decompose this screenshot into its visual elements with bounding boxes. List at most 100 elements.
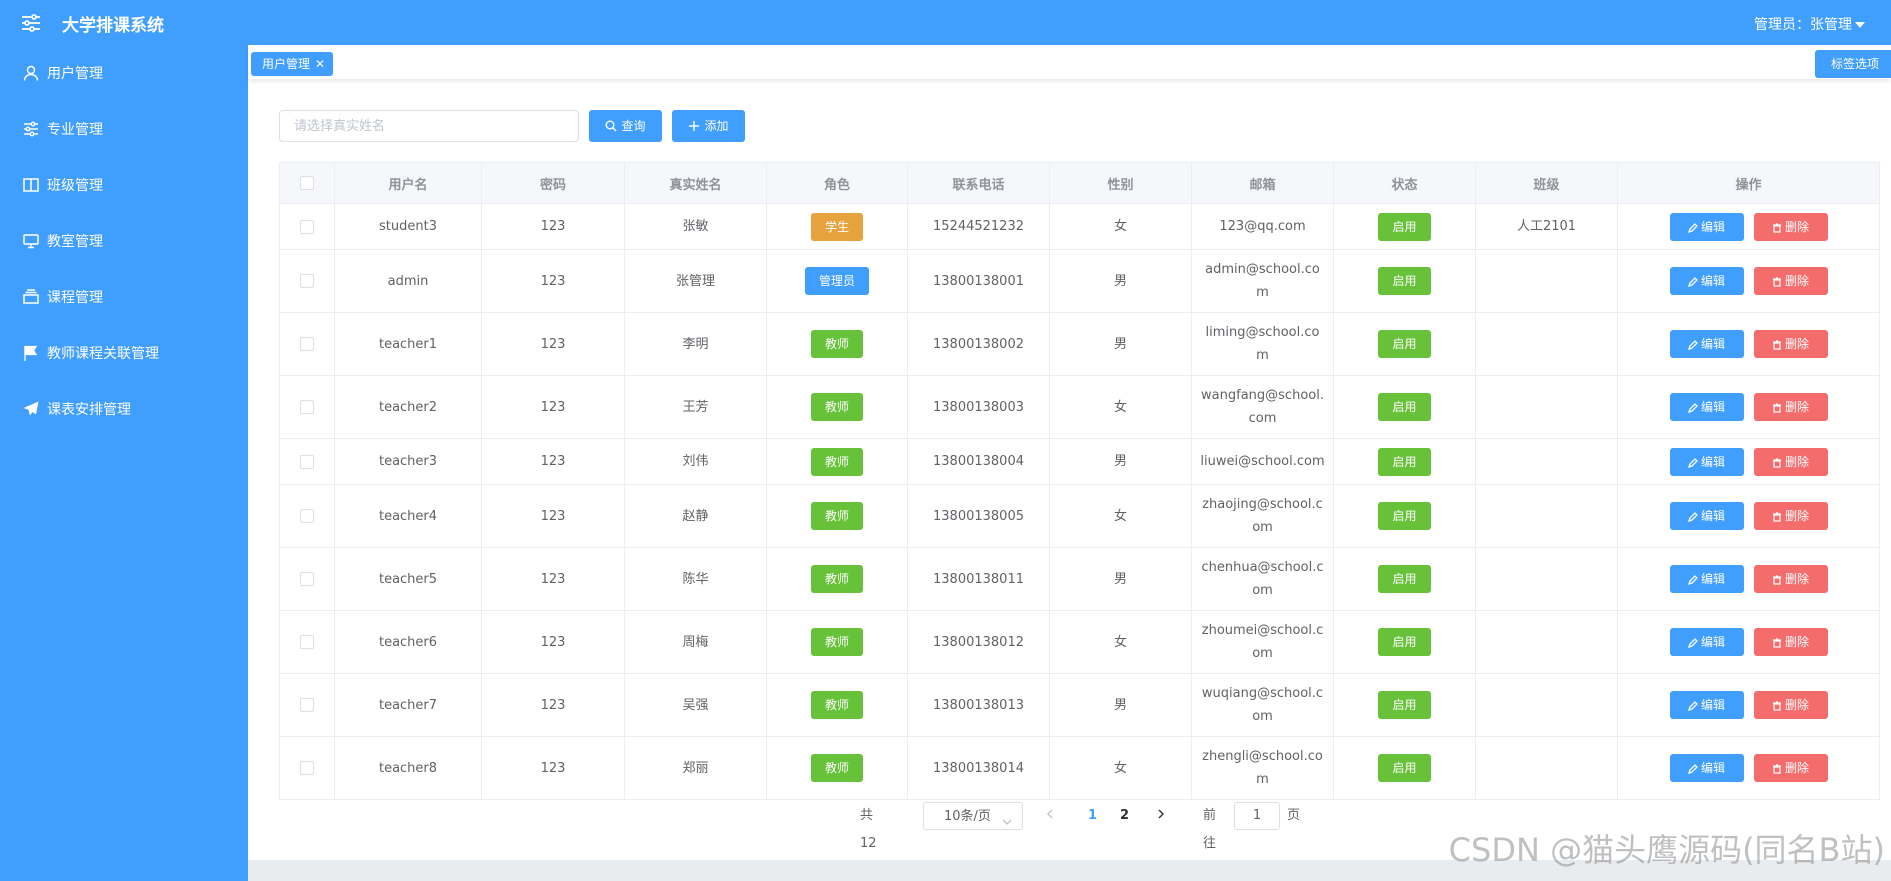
edit-button[interactable]: 编辑 xyxy=(1669,565,1744,593)
cell-password: 123 xyxy=(481,312,625,376)
table-row: teacher7 123 吴强 教师 13800138013 男 wuqiang@schoo… xyxy=(279,673,1880,737)
page-number-1[interactable]: 1 xyxy=(1088,802,1097,830)
cell-username: teacher5 xyxy=(334,547,482,611)
cell-actions: 编辑 删除 xyxy=(1617,312,1880,376)
column-header: 用户名 xyxy=(334,162,482,204)
status-badge[interactable]: 启用 xyxy=(1378,565,1431,593)
sidebar-item-class-management[interactable]: 班级管理 xyxy=(0,157,248,213)
status-badge[interactable]: 启用 xyxy=(1378,628,1431,656)
tab-options-button[interactable]: 标签选项 ⌄ xyxy=(1815,50,1891,99)
edit-button[interactable]: 编辑 xyxy=(1669,754,1744,782)
role-tag: 教师 xyxy=(810,565,863,593)
row-select-cell xyxy=(279,673,335,737)
goto-page-input[interactable] xyxy=(1234,802,1280,830)
sidebar-item-course-management[interactable]: 课程管理 xyxy=(0,269,248,325)
edit-button-label: 编辑 xyxy=(1700,274,1725,288)
delete-button[interactable]: 删除 xyxy=(1753,502,1828,530)
row-checkbox[interactable] xyxy=(300,635,314,649)
status-badge[interactable]: 启用 xyxy=(1378,267,1431,295)
sidebar-item-user-management[interactable]: 用户管理 xyxy=(0,45,248,101)
cell-class xyxy=(1475,547,1618,611)
sidebar: 用户管理 专业管理 班级管理 教室管理 课程管理 教师课程关联管理 课表安排管理 xyxy=(0,45,248,881)
sidebar-item-teacher-course-management[interactable]: 教师课程关联管理 xyxy=(0,325,248,381)
cell-realname: 陈华 xyxy=(624,547,767,611)
edit-button-label: 编辑 xyxy=(1700,454,1725,469)
status-badge[interactable]: 启用 xyxy=(1378,502,1431,530)
status-badge[interactable]: 启用 xyxy=(1378,447,1431,476)
role-tag: 学生 xyxy=(810,212,863,241)
row-checkbox[interactable] xyxy=(300,572,314,586)
edit-button[interactable]: 编辑 xyxy=(1669,330,1744,358)
cell-username: teacher3 xyxy=(334,438,482,485)
cell-status: 启用 xyxy=(1333,736,1476,800)
status-badge[interactable]: 启用 xyxy=(1378,691,1431,719)
delete-button[interactable]: 删除 xyxy=(1753,691,1828,719)
row-checkbox[interactable] xyxy=(300,219,314,234)
query-button[interactable]: 查询 xyxy=(589,110,662,142)
row-checkbox[interactable] xyxy=(300,454,314,469)
cell-username: teacher8 xyxy=(334,736,482,800)
row-checkbox[interactable] xyxy=(300,400,314,414)
row-checkbox[interactable] xyxy=(300,761,314,775)
delete-button[interactable]: 删除 xyxy=(1753,628,1828,656)
edit-button[interactable]: 编辑 xyxy=(1669,447,1744,476)
cell-role: 教师 xyxy=(766,312,908,376)
watermark: CSDN @猫头鹰源码(同名B站) xyxy=(1448,831,1885,869)
page-number-2[interactable]: 2 xyxy=(1120,802,1129,830)
menu-toggle-icon[interactable] xyxy=(20,12,42,34)
chevron-down-icon: ⌄ xyxy=(1831,85,1842,99)
status-badge[interactable]: 启用 xyxy=(1378,393,1431,421)
role-tag: 教师 xyxy=(810,447,863,476)
cell-gender: 女 xyxy=(1049,203,1192,250)
cell-email: admin@school.com xyxy=(1191,249,1334,313)
edit-icon xyxy=(1687,220,1701,234)
edit-button[interactable]: 编辑 xyxy=(1669,628,1744,656)
add-button[interactable]: 添加 xyxy=(672,110,745,142)
sidebar-item-schedule-management[interactable]: 课表安排管理 xyxy=(0,381,248,437)
delete-button[interactable]: 删除 xyxy=(1753,447,1828,476)
row-checkbox[interactable] xyxy=(300,509,314,523)
delete-button[interactable]: 删除 xyxy=(1753,212,1828,241)
edit-button[interactable]: 编辑 xyxy=(1669,393,1744,421)
cell-role: 教师 xyxy=(766,438,908,485)
select-all-checkbox[interactable] xyxy=(300,176,314,190)
edit-button[interactable]: 编辑 xyxy=(1669,502,1744,530)
cell-actions: 编辑 删除 xyxy=(1617,736,1880,800)
cell-actions: 编辑 删除 xyxy=(1617,610,1880,674)
cell-email: zhoumei@school.com xyxy=(1191,610,1334,674)
edit-button[interactable]: 编辑 xyxy=(1669,267,1744,295)
tab-user-management[interactable]: 用户管理 ✕ xyxy=(251,52,334,76)
row-checkbox[interactable] xyxy=(300,698,314,712)
next-page-icon[interactable] xyxy=(1156,802,1166,830)
cell-username: admin xyxy=(334,249,482,313)
prev-page-icon[interactable] xyxy=(1045,802,1055,830)
delete-button[interactable]: 删除 xyxy=(1753,267,1828,295)
delete-button[interactable]: 删除 xyxy=(1753,565,1828,593)
status-badge[interactable]: 启用 xyxy=(1378,212,1431,241)
row-checkbox[interactable] xyxy=(300,337,314,351)
edit-button[interactable]: 编辑 xyxy=(1669,212,1744,241)
sidebar-item-major-management[interactable]: 专业管理 xyxy=(0,101,248,157)
cell-username: teacher6 xyxy=(334,610,482,674)
row-checkbox[interactable] xyxy=(300,274,314,288)
edit-button-label: 编辑 xyxy=(1700,337,1725,351)
page-size-select[interactable]: 10条/页 xyxy=(923,802,1023,830)
delete-button[interactable]: 删除 xyxy=(1753,330,1828,358)
cell-status: 启用 xyxy=(1333,484,1476,548)
cell-username: student3 xyxy=(334,203,482,250)
delete-button[interactable]: 删除 xyxy=(1753,754,1828,782)
status-badge[interactable]: 启用 xyxy=(1378,330,1431,358)
status-badge[interactable]: 启用 xyxy=(1378,754,1431,782)
trash-icon xyxy=(1772,509,1785,523)
row-select-cell xyxy=(279,484,335,548)
cell-role: 教师 xyxy=(766,547,908,611)
delete-button[interactable]: 删除 xyxy=(1753,393,1828,421)
edit-button[interactable]: 编辑 xyxy=(1669,691,1744,719)
delete-button-label: 删除 xyxy=(1784,337,1809,351)
cell-email: wangfang@school.com xyxy=(1191,375,1334,439)
sidebar-item-label: 班级管理 xyxy=(47,178,103,194)
sidebar-item-classroom-management[interactable]: 教室管理 xyxy=(0,213,248,269)
user-menu-dropdown[interactable]: 管理员：张管理 xyxy=(1754,14,1865,34)
search-input[interactable] xyxy=(279,110,579,142)
close-icon[interactable]: ✕ xyxy=(315,57,325,71)
